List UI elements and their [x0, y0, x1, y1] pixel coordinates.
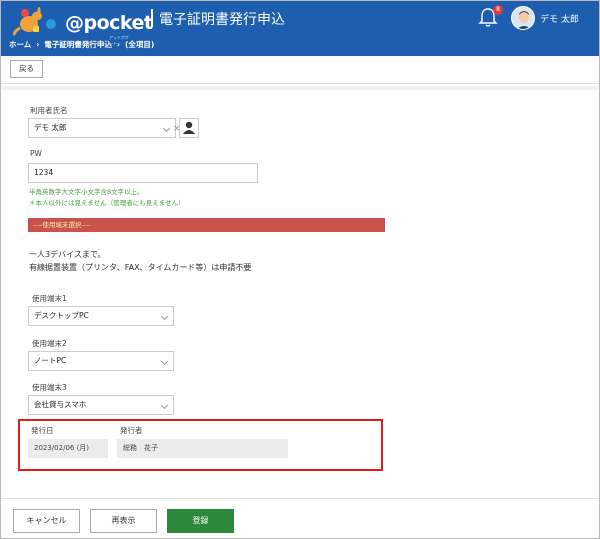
toolbar: 戻る: [1, 56, 599, 84]
issuer-label: 発行者: [120, 426, 143, 435]
toolbar-divider: [1, 86, 599, 90]
app-window: @pocket アットポケット 電子証明書発行申込 8 デモ 太郎 ホーム › 電子…: [0, 0, 600, 539]
device3-label: 使用端末3: [32, 383, 67, 392]
device1-value: デスクトップPC: [34, 311, 89, 320]
footer-divider: [1, 498, 599, 499]
cancel-button[interactable]: キャンセル: [13, 509, 80, 533]
user-picker-button[interactable]: [179, 118, 199, 138]
kangaroo-logo-icon: [13, 7, 56, 36]
user-select-value: デモ 太郎: [34, 123, 67, 132]
notification-badge: 8: [493, 5, 503, 15]
device-limit-note: 一人3デバイスまで。: [29, 250, 106, 259]
register-button[interactable]: 登録: [167, 509, 234, 533]
user-portrait-icon: [512, 7, 534, 29]
device-exempt-note: 有線据置装置（プリンタ、FAX、タイムカード等）は申請不要: [29, 263, 252, 272]
pocket-logo[interactable]: @pocket アットポケット: [11, 6, 153, 46]
chevron-down-icon: [160, 312, 169, 321]
device3-select[interactable]: 会社貸与スマホ: [28, 395, 174, 415]
issue-date-label: 発行日: [31, 426, 54, 435]
chevron-down-icon: [160, 357, 169, 366]
breadcrumb-separator: ›: [36, 40, 40, 49]
avatar[interactable]: [511, 6, 535, 30]
chevron-down-icon[interactable]: [162, 124, 171, 133]
pw-label: PW: [30, 149, 42, 158]
pw-hint-visibility: ＊本人以外には見えません（管理者にも見えません）: [29, 199, 185, 207]
device2-label: 使用端末2: [32, 339, 67, 348]
issue-date-value: 2023/02/06 (月): [28, 439, 108, 458]
pw-hint-rule: 半角英数字大文字小文字含8文字以上。: [29, 188, 144, 196]
device2-select[interactable]: ノートPC: [28, 351, 174, 371]
device1-label: 使用端末1: [32, 294, 67, 303]
breadcrumb-home[interactable]: ホーム: [9, 40, 31, 49]
breadcrumb-current: (全項目): [124, 40, 155, 49]
breadcrumb-cert-apply[interactable]: 電子証明書発行申込: [44, 40, 112, 49]
breadcrumb-separator: ›: [116, 40, 120, 49]
chevron-down-icon: [160, 401, 169, 410]
app-header: @pocket アットポケット 電子証明書発行申込 8 デモ 太郎 ホーム › 電子…: [1, 1, 599, 56]
user-name-label: 利用者氏名: [30, 106, 68, 115]
user-select[interactable]: デモ 太郎 ×: [28, 118, 185, 138]
device2-value: ノートPC: [34, 356, 67, 365]
page-title: 電子証明書発行申込: [159, 12, 285, 28]
device3-value: 会社貸与スマホ: [34, 400, 87, 409]
user-name[interactable]: デモ 太郎: [540, 12, 579, 25]
device-section-header: ----使用端末選択----: [28, 218, 385, 232]
issuer-value: 総務 花子: [117, 439, 288, 458]
breadcrumb: ホーム › 電子証明書発行申込 › (全項目): [9, 39, 159, 50]
back-button[interactable]: 戻る: [10, 60, 43, 78]
device1-select[interactable]: デスクトップPC: [28, 306, 174, 326]
logo-wordmark: @pocket: [65, 12, 153, 34]
pw-field[interactable]: 1234: [28, 163, 258, 183]
person-icon: [183, 121, 195, 134]
redisplay-button[interactable]: 再表示: [90, 509, 157, 533]
title-divider: [151, 9, 153, 27]
